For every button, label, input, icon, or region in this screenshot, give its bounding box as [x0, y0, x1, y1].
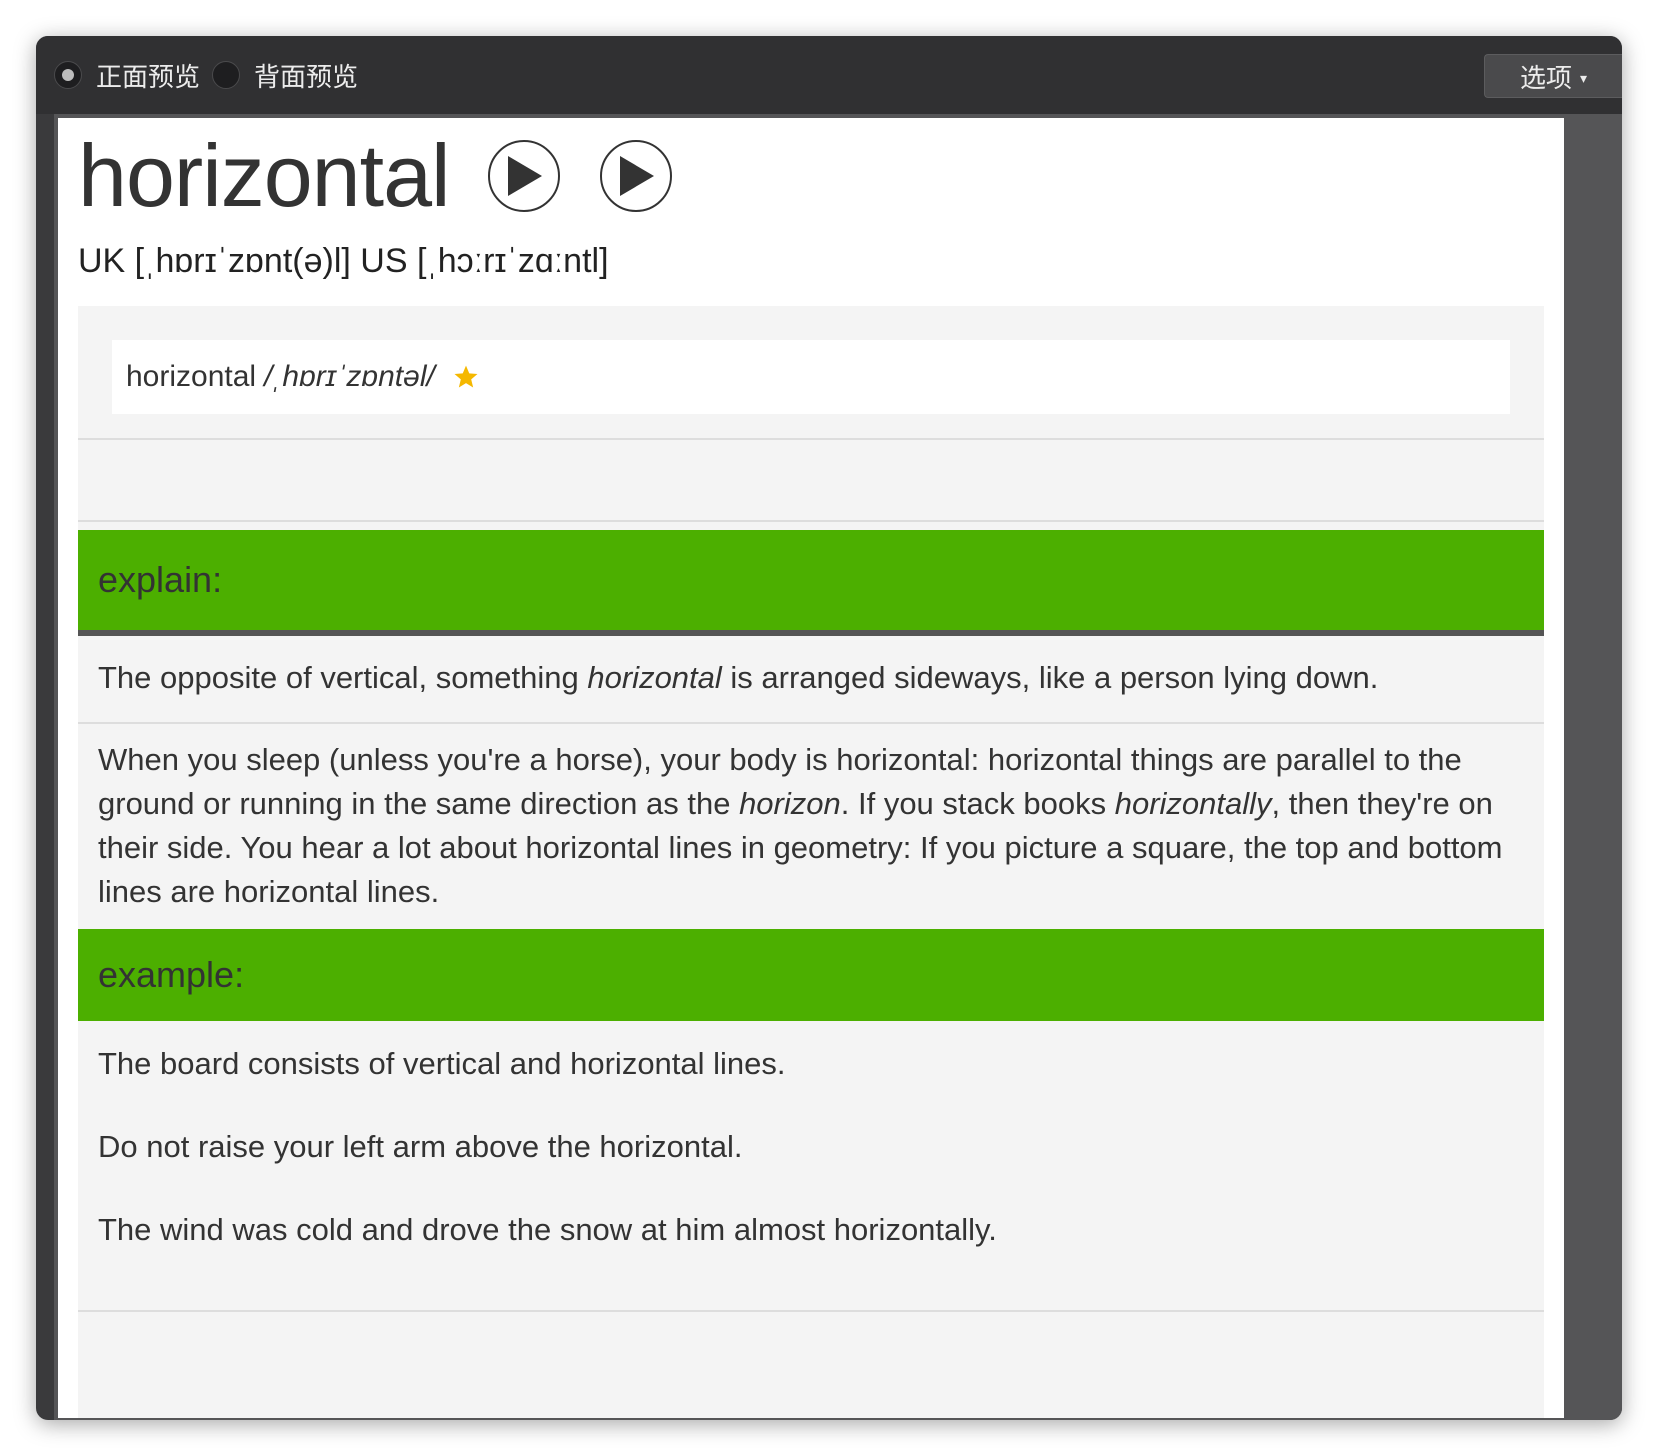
card-preview: horizontal UK [ˌhɒrɪˈzɒnt(ə)l] US [ˌhɔːr…: [58, 118, 1564, 1418]
explain-short-text-end: is arranged sideways, like a person lyin…: [721, 660, 1379, 695]
radio-selected-dot: [62, 69, 74, 81]
play-us-button[interactable]: [599, 140, 672, 212]
phonetics: UK [ˌhɒrɪˈzɒnt(ə)l] US [ˌhɔːrɪˈzɑːntl]: [78, 242, 609, 280]
back-preview-label: 背面预览: [254, 61, 359, 92]
play-uk-button[interactable]: [487, 140, 560, 212]
dict-entry-box: horizontal /ˌhɒrɪˈzɒntəl/: [112, 340, 1510, 414]
explain-long: When you sleep (unless you're a horse), …: [98, 738, 1528, 914]
headword: horizontal: [78, 126, 451, 225]
dict-entry-word: horizontal: [126, 360, 257, 393]
explain-long-emphasis-2: horizontally: [1114, 786, 1272, 821]
front-preview-radio[interactable]: 正面预览: [54, 36, 200, 114]
divider: [78, 722, 1544, 724]
play-icon: [619, 156, 654, 196]
back-preview-radio-button[interactable]: [212, 61, 240, 89]
example-sentence: The board consists of vertical and horiz…: [98, 1046, 786, 1081]
divider: [78, 1310, 1544, 1312]
example-sentence: The wind was cold and drove the snow at …: [98, 1212, 997, 1247]
headword-row: horizontal: [78, 132, 672, 220]
options-label: 选项: [1519, 62, 1572, 93]
options-button[interactable]: 选项 ▾: [1484, 54, 1622, 98]
front-preview-radio-button[interactable]: [54, 61, 82, 89]
example-header-label: example:: [98, 954, 245, 995]
divider: [78, 520, 1544, 522]
definition-panel: horizontal /ˌhɒrɪˈzɒntəl/ explain: The o…: [78, 306, 1544, 1418]
explain-header: explain:: [78, 530, 1544, 636]
explain-short: The opposite of vertical, something hori…: [98, 656, 1528, 700]
play-icon: [507, 156, 542, 196]
explain-long-emphasis-1: horizon: [739, 786, 841, 821]
explain-short-emphasis: horizontal: [587, 660, 722, 695]
explain-long-text-2: . If you stack books: [840, 786, 1115, 821]
chevron-down-icon: ▾: [1579, 69, 1588, 86]
dict-entry-ipa: /ˌhɒrɪˈzɒntəl/: [264, 360, 435, 393]
divider: [78, 438, 1544, 440]
back-preview-radio[interactable]: 背面预览: [212, 36, 358, 114]
preview-toolbar: 正面预览 背面预览 选项 ▾: [36, 36, 1622, 114]
explain-short-text: The opposite of vertical, something: [98, 660, 588, 695]
explain-header-label: explain:: [98, 559, 223, 600]
front-preview-label: 正面预览: [96, 61, 201, 92]
example-header: example:: [78, 929, 1544, 1021]
example-sentence: Do not raise your left arm above the hor…: [98, 1129, 743, 1164]
star-icon[interactable]: [453, 364, 479, 390]
